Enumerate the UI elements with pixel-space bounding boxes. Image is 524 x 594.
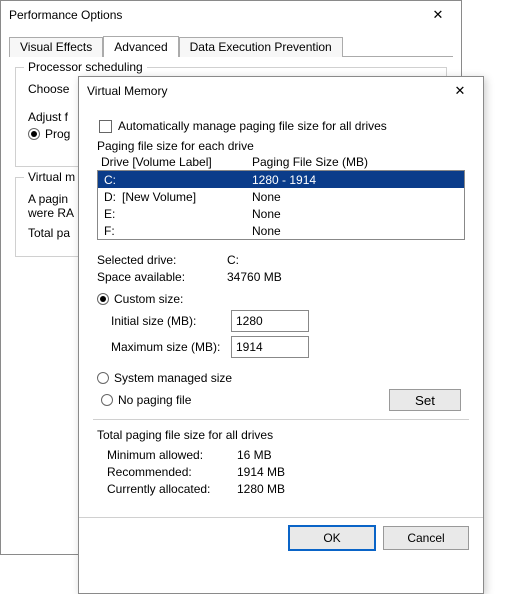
currently-allocated-value: 1280 MB (237, 482, 285, 496)
maximum-size-input[interactable] (231, 336, 309, 358)
virtual-memory-dialog: Virtual Memory ✕ Automatically manage pa… (78, 76, 484, 594)
radio-icon (97, 372, 109, 384)
checkbox-icon[interactable] (99, 120, 112, 133)
drive-letter: D: (104, 190, 122, 204)
perf-titlebar[interactable]: Performance Options ✕ (1, 1, 461, 29)
drive-size: 1280 - 1914 (252, 173, 458, 187)
selected-drive-label: Selected drive: (97, 253, 227, 267)
no-paging-radio[interactable]: No paging file (101, 393, 191, 407)
drive-letter: E: (104, 207, 122, 221)
radio-icon (97, 293, 109, 305)
drive-list-header: Drive [Volume Label] Paging File Size (M… (97, 155, 465, 169)
selected-drive-value: C: (227, 253, 239, 267)
set-button[interactable]: Set (389, 389, 461, 411)
vm-title: Virtual Memory (87, 84, 443, 98)
perf-tabs: Visual Effects Advanced Data Execution P… (9, 35, 453, 57)
custom-size-radio[interactable]: Custom size: (97, 292, 465, 306)
perf-title: Performance Options (9, 8, 421, 22)
min-allowed-label: Minimum allowed: (107, 448, 237, 462)
drive-header-label: Drive [Volume Label] (97, 155, 252, 169)
min-allowed-value: 16 MB (237, 448, 272, 462)
space-available-value: 34760 MB (227, 270, 282, 284)
system-managed-label: System managed size (114, 371, 232, 385)
group-legend: Virtual m (24, 170, 79, 184)
dialog-button-row: OK Cancel (79, 517, 483, 560)
totals-heading: Total paging file size for all drives (97, 428, 465, 442)
auto-manage-label: Automatically manage paging file size fo… (118, 119, 387, 133)
drive-row[interactable]: D: [New Volume] None (98, 188, 464, 205)
drive-letter: C: (104, 173, 122, 187)
drive-size: None (252, 190, 458, 204)
drive-size: None (252, 224, 458, 238)
size-header-label: Paging File Size (MB) (252, 155, 368, 169)
recommended-label: Recommended: (107, 465, 237, 479)
radio-icon (28, 128, 40, 140)
close-icon[interactable]: ✕ (443, 80, 477, 102)
drive-size: None (252, 207, 458, 221)
custom-size-label: Custom size: (114, 292, 183, 306)
drive-row[interactable]: F: None (98, 222, 464, 239)
ok-button[interactable]: OK (289, 526, 375, 550)
auto-manage-row[interactable]: Automatically manage paging file size fo… (99, 119, 469, 133)
drive-row[interactable]: E: None (98, 205, 464, 222)
group-legend: Processor scheduling (24, 60, 147, 74)
drive-row[interactable]: C: 1280 - 1914 (98, 171, 464, 188)
radio-icon (101, 394, 113, 406)
tab-dep[interactable]: Data Execution Prevention (179, 37, 343, 57)
recommended-value: 1914 MB (237, 465, 285, 479)
currently-allocated-label: Currently allocated: (107, 482, 237, 496)
drive-volume: [New Volume] (122, 190, 252, 204)
no-paging-label: No paging file (118, 393, 191, 407)
programs-label: Prog (45, 127, 70, 141)
space-available-label: Space available: (97, 270, 227, 284)
maximum-size-label: Maximum size (MB): (111, 340, 231, 354)
drive-list[interactable]: C: 1280 - 1914 D: [New Volume] None E: N… (97, 170, 465, 240)
tab-advanced[interactable]: Advanced (103, 36, 178, 57)
initial-size-label: Initial size (MB): (111, 314, 231, 328)
each-drive-heading: Paging file size for each drive (97, 139, 469, 153)
initial-size-input[interactable] (231, 310, 309, 332)
close-icon[interactable]: ✕ (421, 4, 455, 26)
system-managed-radio[interactable]: System managed size (97, 371, 465, 385)
drive-letter: F: (104, 224, 122, 238)
tab-visual-effects[interactable]: Visual Effects (9, 37, 103, 57)
vm-titlebar[interactable]: Virtual Memory ✕ (79, 77, 483, 105)
cancel-button[interactable]: Cancel (383, 526, 469, 550)
